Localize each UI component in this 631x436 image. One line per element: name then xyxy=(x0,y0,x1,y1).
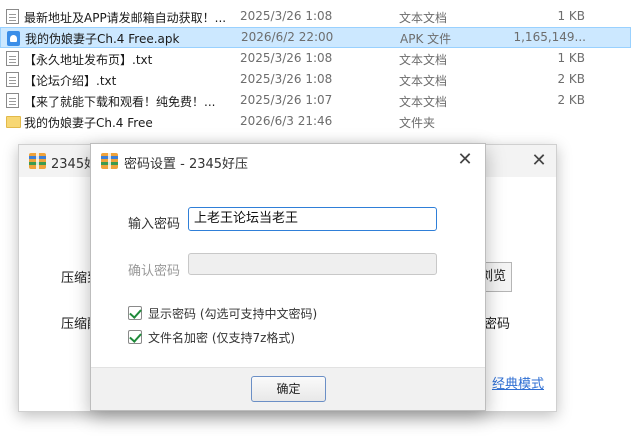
password-dialog: 密码设置 - 2345好压 ✕ 输入密码 上老王论坛当老王 确认密码 显示密码 … xyxy=(90,143,486,411)
show-password-checkbox[interactable] xyxy=(128,306,142,320)
password-dialog-title: 密码设置 - 2345好压 xyxy=(124,157,249,172)
file-name: 【来了就能下载和观看！纯免费！... xyxy=(24,95,216,109)
file-date: 2025/3/26 1:08 xyxy=(240,72,333,86)
file-row-selected[interactable]: 我的伪娘妻子Ch.4 Free.apk 2026/6/2 22:00 APK 文… xyxy=(0,27,631,48)
password-label: 输入密码 xyxy=(128,217,181,232)
close-icon[interactable]: ✕ xyxy=(454,149,476,171)
file-date: 2026/6/2 22:00 xyxy=(241,30,334,44)
ok-button[interactable]: 确定 xyxy=(251,376,326,402)
file-date: 2025/3/26 1:08 xyxy=(240,51,333,65)
show-password-label: 显示密码 (勾选可支持中文密码) xyxy=(148,306,318,321)
file-type: 文本文档 xyxy=(399,11,448,25)
file-type: 文本文档 xyxy=(399,74,448,88)
file-type: 文本文档 xyxy=(399,95,448,109)
password-input[interactable]: 上老王论坛当老王 xyxy=(188,207,437,231)
file-name: 【论坛介绍】.txt xyxy=(24,74,117,88)
dialog-footer: 确定 xyxy=(91,367,485,410)
confirm-password-label: 确认密码 xyxy=(128,264,181,279)
file-name: 【永久地址发布页】.txt xyxy=(24,53,153,67)
file-row[interactable]: 我的伪娘妻子Ch.4 Free 2026/6/3 21:46 文件夹 xyxy=(0,111,631,132)
file-date: 2025/3/26 1:07 xyxy=(240,93,333,107)
file-type: 文件夹 xyxy=(399,116,436,130)
file-type: 文本文档 xyxy=(399,53,448,67)
text-file-icon xyxy=(6,51,19,66)
file-size: 1 KB xyxy=(557,51,585,65)
file-row[interactable]: 【来了就能下载和观看！纯免费！... 2025/3/26 1:07 文本文档 2… xyxy=(0,90,631,111)
file-size: 2 KB xyxy=(557,93,585,107)
file-row[interactable]: 【论坛介绍】.txt 2025/3/26 1:08 文本文档 2 KB xyxy=(0,69,631,90)
text-file-icon xyxy=(6,9,19,24)
file-row[interactable]: 【永久地址发布页】.txt 2025/3/26 1:08 文本文档 1 KB xyxy=(0,48,631,69)
encrypt-filenames-option[interactable]: 文件名加密 (仅支持7z格式) xyxy=(128,329,295,345)
file-list: 最新地址及APP请发邮箱自动获取！... 2025/3/26 1:08 文本文档… xyxy=(0,0,631,144)
file-row[interactable]: 最新地址及APP请发邮箱自动获取！... 2025/3/26 1:08 文本文档… xyxy=(0,6,631,27)
file-size: 1 KB xyxy=(557,9,585,23)
password-label[interactable]: 密码 xyxy=(484,313,514,332)
file-type: APK 文件 xyxy=(400,32,452,46)
file-date: 2025/3/26 1:08 xyxy=(240,9,333,23)
password-dialog-titlebar[interactable]: 密码设置 - 2345好压 ✕ xyxy=(91,144,485,178)
confirm-password-input[interactable] xyxy=(188,253,437,275)
file-size: 1,165,149... xyxy=(513,30,586,44)
show-password-option[interactable]: 显示密码 (勾选可支持中文密码) xyxy=(128,305,317,321)
text-file-icon xyxy=(6,72,19,87)
archive-app-icon xyxy=(29,153,46,169)
apk-file-icon xyxy=(7,31,20,46)
classic-mode-link[interactable]: 经典模式 xyxy=(484,373,544,392)
file-name: 最新地址及APP请发邮箱自动获取！... xyxy=(24,11,227,25)
file-size: 2 KB xyxy=(557,72,585,86)
close-icon[interactable]: ✕ xyxy=(528,150,550,172)
file-date: 2026/6/3 21:46 xyxy=(240,114,333,128)
file-name: 我的伪娘妻子Ch.4 Free.apk xyxy=(25,32,180,46)
file-name: 我的伪娘妻子Ch.4 Free xyxy=(24,116,153,130)
archive-app-icon xyxy=(101,153,118,169)
encrypt-filenames-label: 文件名加密 (仅支持7z格式) xyxy=(148,330,296,345)
folder-icon xyxy=(6,116,21,128)
text-file-icon xyxy=(6,93,19,108)
encrypt-filenames-checkbox[interactable] xyxy=(128,330,142,344)
